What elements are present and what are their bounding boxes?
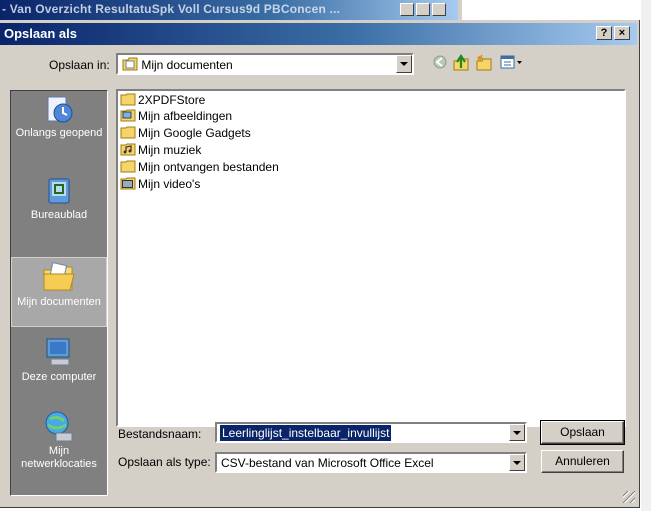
video-folder-icon xyxy=(120,177,136,190)
save-in-dropdown-button[interactable] xyxy=(396,55,412,73)
background-minimize-button[interactable] xyxy=(400,3,414,16)
new-folder-icon[interactable] xyxy=(475,54,493,72)
recent-icon xyxy=(47,96,73,123)
file-name: Mijn video's xyxy=(138,177,201,191)
list-item[interactable]: Mijn Google Gadgets xyxy=(120,126,251,142)
up-folder-icon[interactable] xyxy=(452,54,470,72)
filetype-label: Opslaan als type: xyxy=(118,455,211,469)
file-name: Mijn ontvangen bestanden xyxy=(138,160,279,174)
resize-grip[interactable] xyxy=(623,491,635,503)
filename-input[interactable]: Leerlinglijst_instelbaar_invullijst xyxy=(218,424,393,442)
folder-icon xyxy=(120,93,136,106)
network-icon xyxy=(45,411,73,442)
dialog-title: Opslaan als xyxy=(4,26,77,41)
list-item[interactable]: Mijn muziek xyxy=(120,143,201,159)
help-button[interactable]: ? xyxy=(596,26,612,40)
save-in-combobox[interactable]: Mijn documenten xyxy=(116,53,414,75)
pictures-folder-icon xyxy=(120,109,136,122)
filename-dropdown-button[interactable] xyxy=(509,424,525,441)
file-name: 2XPDFStore xyxy=(138,93,206,107)
my-computer-icon xyxy=(46,338,70,366)
filename-combobox[interactable]: Leerlinglijst_instelbaar_invullijst xyxy=(215,422,527,443)
my-documents-small-icon xyxy=(122,57,138,71)
filetype-combobox[interactable]: CSV-bestand van Microsoft Office Excel xyxy=(215,452,527,473)
filetype-dropdown-button[interactable] xyxy=(509,454,525,471)
views-menu-icon[interactable] xyxy=(500,54,524,70)
background-window-edge xyxy=(458,0,462,20)
place-my-documents[interactable]: Mijn documenten xyxy=(11,257,107,327)
place-network[interactable]: Mijn netwerklocaties xyxy=(11,409,107,479)
background-desktop xyxy=(641,0,651,511)
back-icon[interactable] xyxy=(432,54,448,70)
file-list[interactable]: 2XPDFStore Mijn afbeeldingen Mijn Google… xyxy=(116,89,626,427)
music-folder-icon xyxy=(120,143,136,156)
file-name: Mijn afbeeldingen xyxy=(138,109,233,123)
place-recent-label: Onlangs geopend xyxy=(15,127,103,139)
places-bar: Onlangs geopend Bureaublad Mijn document… xyxy=(10,90,108,496)
folder-icon xyxy=(120,160,136,173)
place-desktop[interactable]: Bureaublad xyxy=(11,177,107,235)
dialog-titlebar[interactable]: Opslaan als ? × xyxy=(0,23,637,45)
place-desktop-label: Bureaublad xyxy=(30,209,88,221)
place-network-label: Mijn netwerklocaties xyxy=(21,445,97,470)
place-my-computer[interactable]: Deze computer xyxy=(11,337,107,395)
desktop-icon xyxy=(48,178,70,204)
list-item[interactable]: Mijn afbeeldingen xyxy=(120,109,232,125)
file-name: Mijn muziek xyxy=(138,143,202,157)
filename-label: Bestandsnaam: xyxy=(118,427,202,441)
place-my-documents-label: Mijn documenten xyxy=(17,296,101,308)
list-item[interactable]: Mijn ontvangen bestanden xyxy=(120,160,279,176)
folder-icon xyxy=(120,126,136,139)
background-maximize-button[interactable] xyxy=(416,3,430,16)
save-in-value-wrap: Mijn documenten xyxy=(122,57,233,72)
list-item[interactable]: 2XPDFStore xyxy=(120,93,205,109)
list-item[interactable]: Mijn video's xyxy=(120,177,200,193)
place-recent[interactable]: Onlangs geopend xyxy=(11,95,107,155)
close-button[interactable]: × xyxy=(614,26,630,40)
my-documents-icon xyxy=(43,262,75,291)
background-close-button[interactable] xyxy=(432,3,446,16)
filetype-value: CSV-bestand van Microsoft Office Excel xyxy=(221,456,434,470)
save-button[interactable]: Opslaan xyxy=(540,420,625,445)
save-as-dialog: Opslaan als ? × Opslaan in: Mijn documen… xyxy=(0,20,640,508)
save-in-label: Opslaan in: xyxy=(49,58,110,72)
save-in-value: Mijn documenten xyxy=(141,58,233,72)
cancel-button[interactable]: Annuleren xyxy=(541,450,624,473)
place-my-computer-label: Deze computer xyxy=(21,371,97,383)
file-name: Mijn Google Gadgets xyxy=(138,126,251,140)
background-window-title: - Van Overzicht ResultatuSpk Voll Cursus… xyxy=(2,2,341,16)
background-window-titlebar: - Van Overzicht ResultatuSpk Voll Cursus… xyxy=(0,0,458,20)
